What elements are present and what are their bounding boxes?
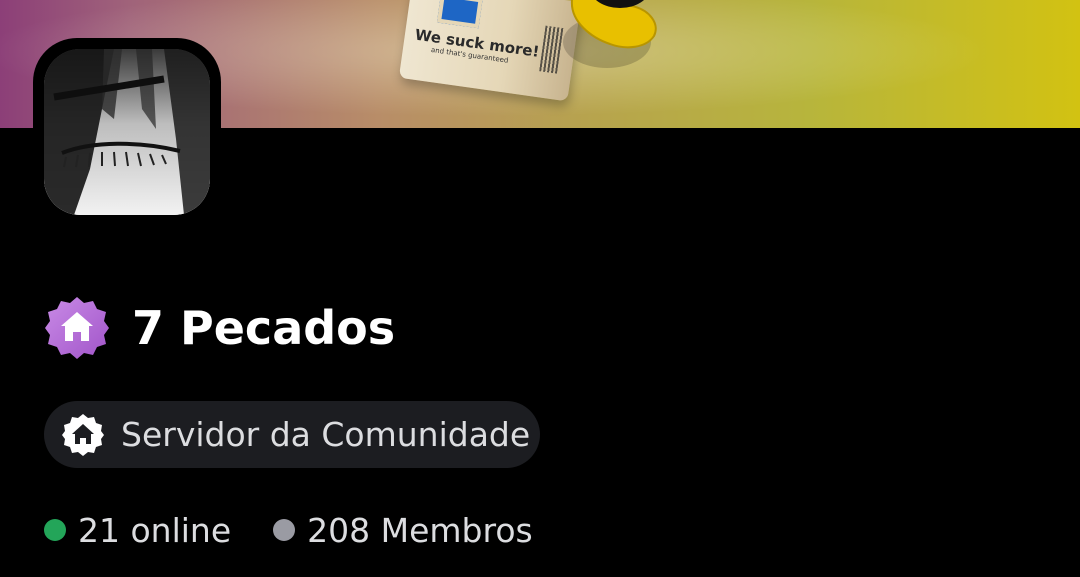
server-icon[interactable]: [44, 49, 210, 215]
members-count: 208 Membros: [307, 510, 533, 550]
closed-eye-portrait-icon: [44, 49, 210, 215]
online-status-dot-icon: [44, 519, 66, 541]
server-name: 7 Pecados: [132, 301, 396, 355]
community-server-pill[interactable]: Servidor da Comunidade: [44, 401, 540, 468]
penguin-illustration-icon: [563, 0, 657, 68]
home-badge-icon: [62, 413, 104, 456]
barcode-icon: [539, 25, 564, 74]
server-title-row: 7 Pecados: [44, 288, 395, 368]
server-stats: 21 online 208 Membros: [44, 506, 575, 554]
windows-logo-icon: [436, 0, 483, 29]
server-profile: We suck more! and that's guaranteed 7 Pe…: [0, 0, 1080, 577]
members-status-dot-icon: [273, 519, 296, 541]
online-count: 21 online: [78, 510, 232, 550]
community-server-label: Servidor da Comunidade: [121, 415, 531, 454]
community-home-badge-icon[interactable]: [44, 295, 110, 361]
